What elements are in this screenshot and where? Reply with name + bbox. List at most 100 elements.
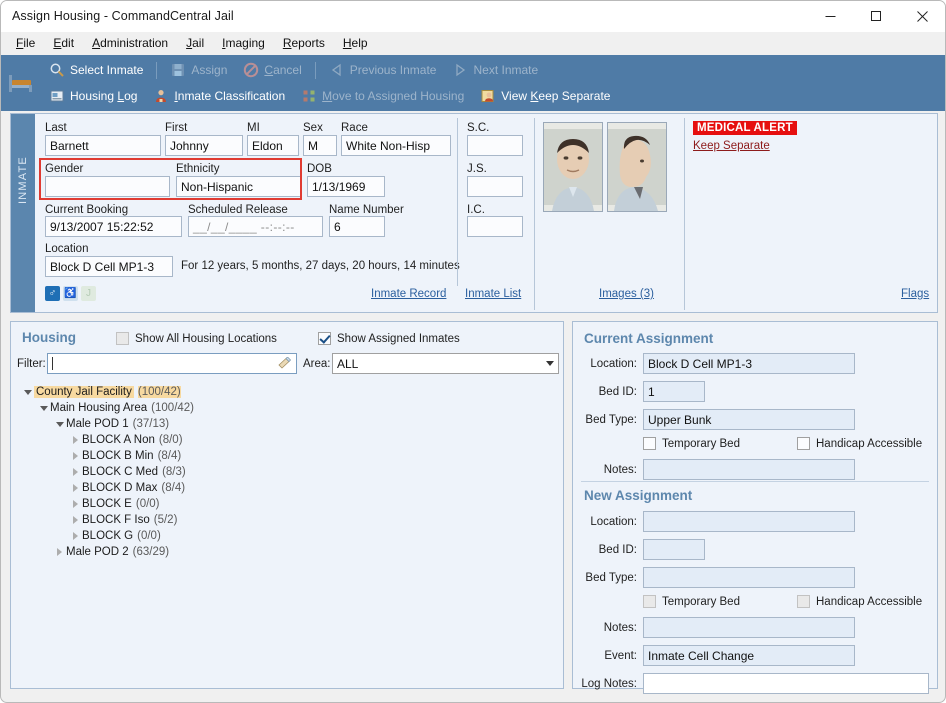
tree-expand-closed-icon[interactable] [69, 516, 82, 524]
current-handicap-accessible-checkbox[interactable]: Handicap Accessible [797, 437, 922, 450]
new-notes-field[interactable] [643, 617, 855, 638]
tree-expand-closed-icon[interactable] [69, 532, 82, 540]
assign-button[interactable]: Assign [162, 60, 235, 80]
tree-expand-closed-icon[interactable] [69, 500, 82, 508]
new-location-field[interactable] [643, 511, 855, 532]
area-select[interactable]: ALL [332, 353, 559, 374]
current-bed-id-field[interactable]: 1 [643, 381, 705, 402]
tree-node[interactable]: BLOCK C Med(8/3) [21, 464, 557, 480]
menu-item-file[interactable]: File [7, 34, 44, 52]
new-bed-id-row: Bed ID: [573, 539, 937, 560]
name-number-field[interactable]: 6 [329, 216, 385, 237]
tree-node[interactable]: BLOCK D Max(8/4) [21, 480, 557, 496]
menu-item-administration[interactable]: Administration [83, 34, 177, 52]
tree-expand-closed-icon[interactable] [69, 468, 82, 476]
tree-node[interactable]: BLOCK B Min(8/4) [21, 448, 557, 464]
tree-expand-open-icon[interactable] [53, 422, 66, 427]
tree-node[interactable]: Male POD 1(37/13) [21, 416, 557, 432]
current-notes-field[interactable] [643, 459, 855, 480]
current-booking-field[interactable]: 9/13/2007 15:22:52 [45, 216, 182, 237]
menu-item-help[interactable]: Help [334, 34, 377, 52]
current-bed-type-field[interactable]: Upper Bunk [643, 409, 855, 430]
show-assigned-inmates-checkbox[interactable]: Show Assigned Inmates [318, 332, 460, 345]
new-notes-label: Notes: [573, 622, 643, 634]
js-field[interactable] [467, 176, 523, 197]
sex-field[interactable]: M [303, 135, 337, 156]
first-field[interactable]: Johnny [165, 135, 243, 156]
menu-item-reports[interactable]: Reports [274, 34, 334, 52]
first-label: First [165, 121, 187, 135]
housing-title: Housing [22, 330, 76, 345]
tree-expand-closed-icon[interactable] [53, 548, 66, 556]
mi-field[interactable]: Eldon [247, 135, 299, 156]
current-temporary-bed-checkbox[interactable]: Temporary Bed [643, 437, 755, 450]
tree-node[interactable]: County Jail Facility(100/42) [21, 384, 557, 400]
tree-expand-open-icon[interactable] [21, 390, 34, 395]
race-field[interactable]: White Non-Hisp [341, 135, 451, 156]
tree-expand-closed-icon[interactable] [69, 484, 82, 492]
inmate-tab[interactable]: INMATE [11, 114, 35, 312]
tree-node[interactable]: BLOCK G(0/0) [21, 528, 557, 544]
next-inmate-button[interactable]: Next Inmate [444, 60, 546, 80]
current-notes-label: Notes: [573, 464, 643, 476]
dob-field[interactable]: 1/13/1969 [307, 176, 385, 197]
current-location-row: Location: Block D Cell MP1-3 [573, 353, 925, 374]
assignment-divider [581, 481, 929, 482]
menu-item-jail[interactable]: Jail [177, 34, 213, 52]
tree-expand-open-icon[interactable] [37, 406, 50, 411]
new-bed-id-field[interactable] [643, 539, 705, 560]
maximize-icon[interactable] [853, 1, 899, 32]
toolbar-separator-2 [315, 62, 316, 79]
new-assignment-title: New Assignment [584, 488, 692, 503]
location-field[interactable]: Block D Cell MP1-3 [45, 256, 173, 277]
previous-inmate-button[interactable]: Previous Inmate [321, 60, 445, 80]
scheduled-release-field[interactable]: __/__/____ --:--:-- [188, 216, 323, 237]
current-location-field[interactable]: Block D Cell MP1-3 [643, 353, 855, 374]
eraser-icon[interactable] [278, 357, 292, 374]
chevron-down-icon [546, 361, 554, 366]
tree-node[interactable]: Male POD 2(63/29) [21, 544, 557, 560]
close-icon[interactable] [899, 1, 945, 32]
new-bed-type-row: Bed Type: [573, 567, 937, 588]
move-to-assigned-housing-button[interactable]: Move to Assigned Housing [293, 86, 472, 106]
tree-node[interactable]: BLOCK E(0/0) [21, 496, 557, 512]
select-inmate-button[interactable]: Select Inmate [41, 60, 151, 80]
last-field[interactable]: Barnett [45, 135, 161, 156]
mugshot-profile[interactable] [607, 122, 667, 212]
new-temporary-bed-checkbox[interactable]: Temporary Bed [643, 595, 755, 608]
show-all-housing-locations-checkbox[interactable]: Show All Housing Locations [116, 332, 277, 345]
images-link[interactable]: Images (3) [599, 288, 654, 300]
tree-node[interactable]: BLOCK A Non(8/0) [21, 432, 557, 448]
inmate-classification-button[interactable]: Inmate Classification [145, 86, 293, 106]
tree-node[interactable]: Main Housing Area(100/42) [21, 400, 557, 416]
new-event-field[interactable]: Inmate Cell Change [643, 645, 855, 666]
ic-field[interactable] [467, 216, 523, 237]
housing-log-button[interactable]: Housing Log [41, 86, 145, 106]
inmate-list-link[interactable]: Inmate List [465, 288, 521, 300]
new-handicap-accessible-checkbox[interactable]: Handicap Accessible [797, 595, 922, 608]
flags-link[interactable]: Flags [901, 288, 929, 300]
new-event-label: Event: [573, 650, 643, 662]
current-booking-label: Current Booking [45, 203, 128, 217]
gender-field[interactable] [45, 176, 170, 197]
checkbox-box [318, 332, 331, 345]
menu-item-edit[interactable]: Edit [44, 34, 83, 52]
new-log-notes-field[interactable] [643, 673, 929, 694]
tree-expand-closed-icon[interactable] [69, 452, 82, 460]
inmate-record-link[interactable]: Inmate Record [371, 288, 446, 300]
mugshot-front[interactable] [543, 122, 603, 212]
ethnicity-field[interactable]: Non-Hispanic [176, 176, 301, 197]
menu-item-imaging[interactable]: Imaging [213, 34, 274, 52]
tree-node-label: BLOCK D Max [82, 482, 157, 494]
keep-separate-link[interactable]: Keep Separate [693, 140, 770, 152]
tree-expand-closed-icon[interactable] [69, 436, 82, 444]
filter-input[interactable] [47, 353, 297, 374]
app-window: Assign Housing - CommandCentral Jail Fil… [0, 0, 946, 703]
cancel-button[interactable]: Cancel [235, 60, 309, 80]
new-bed-type-field[interactable] [643, 567, 855, 588]
sc-field[interactable] [467, 135, 523, 156]
checkbox-box [116, 332, 129, 345]
tree-node[interactable]: BLOCK F Iso(5/2) [21, 512, 557, 528]
minimize-icon[interactable] [807, 1, 853, 32]
view-keep-separate-button[interactable]: View Keep Separate [472, 86, 618, 106]
